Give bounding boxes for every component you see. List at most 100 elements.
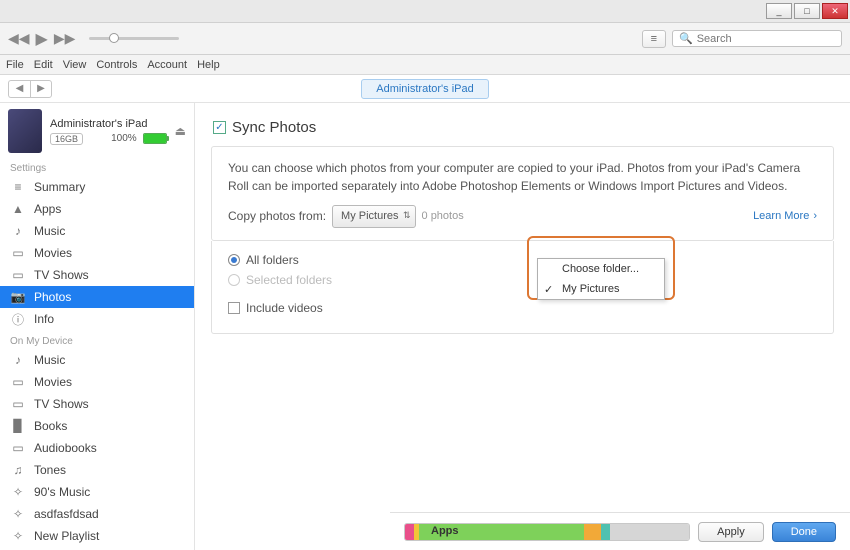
done-button[interactable]: Done [772,522,836,542]
sidebar-item-icon: ▭ [10,375,26,389]
photo-source-value: My Pictures [341,210,398,222]
sidebar-item-tones[interactable]: ♫Tones [0,459,194,481]
option-selected-label: Selected folders [246,273,332,287]
photo-source-dropdown[interactable]: My Pictures ⇅ [332,205,415,228]
sync-options-panel: All folders Selected folders Include vid… [211,241,834,334]
sidebar-item-audiobooks[interactable]: ▭ Audiobooks [0,437,194,459]
sidebar-item-icon: ▉ [10,419,26,433]
sidebar-item-label: Apps [34,202,61,216]
dropdown-option-choose-folder[interactable]: Choose folder... [538,259,664,279]
sidebar-item-icon: ✧ [10,485,26,499]
radio-icon [228,274,240,286]
sidebar-item-music[interactable]: ♪Music [0,220,194,242]
search-input[interactable]: 🔍 [672,30,842,47]
device-header: Administrator's iPad 16GB 100% ⏏ [0,103,194,157]
apply-button[interactable]: Apply [698,522,764,542]
search-field[interactable] [697,33,839,45]
learn-more-link[interactable]: Learn More › [753,208,817,225]
previous-icon[interactable]: ◀◀ [8,30,30,47]
photo-count: 0 photos [422,208,464,225]
sync-photos-title: Sync Photos [232,119,316,136]
sidebar-item-tv-shows[interactable]: ▭TV Shows [0,264,194,286]
radio-icon [228,254,240,266]
close-button[interactable]: ✕ [822,3,848,19]
section-label-settings: Settings [0,157,194,176]
usage-segment [405,524,414,540]
menu-bar: File Edit View Controls Account Help [0,55,850,75]
sidebar-item-label: Summary [34,180,85,194]
menu-file[interactable]: File [6,59,24,71]
sync-photos-checkbox[interactable]: ✓ [213,121,226,134]
sidebar-item-90-s-music[interactable]: ✧ 90's Music [0,481,194,503]
sidebar-item-label: 90's Music [34,485,90,499]
sidebar-item-label: Books [34,419,67,433]
option-all-folders[interactable]: All folders [228,253,817,267]
sidebar-item-label: Tones [34,463,66,477]
sync-description-panel: You can choose which photos from your co… [211,146,834,241]
usage-segment [610,524,690,540]
sidebar-item-icon: ▲ [10,202,26,216]
sidebar-item-new-playlist[interactable]: ✧New Playlist [0,525,194,547]
sidebar-item-movies[interactable]: ▭ Movies [0,242,194,264]
sidebar-item-info[interactable]: ⓘInfo [0,308,194,330]
menu-help[interactable]: Help [197,59,220,71]
device-capacity: 16GB [50,133,83,145]
volume-slider[interactable] [89,37,179,40]
sidebar-item-label: asdfasfdsad [34,507,99,521]
list-view-button[interactable]: ≡ [642,30,666,48]
sidebar-item-label: Audiobooks [34,441,97,455]
sync-description: You can choose which photos from your co… [228,159,817,195]
sidebar-item-label: Movies [34,375,72,389]
sidebar-item-apps[interactable]: ▲ Apps [0,198,194,220]
option-selected-folders: Selected folders [228,273,817,287]
checkbox-icon [228,302,240,314]
option-videos-label: Include videos [246,301,323,315]
menu-edit[interactable]: Edit [34,59,53,71]
photo-source-dropdown-menu: Choose folder... My Pictures [537,258,665,300]
device-name: Administrator's iPad [50,118,167,130]
sidebar-item-tv-shows[interactable]: ▭TV Shows [0,393,194,415]
sidebar-item-summary[interactable]: ≡ Summary [0,176,194,198]
sidebar-item-icon: ▭ [10,441,26,455]
nav-forward-button[interactable]: ▶ [30,80,52,98]
option-all-label: All folders [246,253,299,267]
device-pill[interactable]: Administrator's iPad [361,79,488,99]
sidebar-item-movies[interactable]: ▭ Movies [0,371,194,393]
window-titlebar: _ □ ✕ [0,0,850,23]
controls-bar: ◀◀ ▶ ▶▶ ≡ 🔍 [0,23,850,55]
sidebar-item-photos[interactable]: 📷Photos [0,286,194,308]
sidebar-item-icon: ♪ [10,353,26,367]
sidebar-item-icon: ▭ [10,268,26,282]
nav-row: ◀ ▶ Administrator's iPad [0,75,850,103]
menu-controls[interactable]: Controls [96,59,137,71]
sidebar-item-icon: ▭ [10,246,26,260]
sidebar-item-icon: ≡ [10,180,26,194]
sync-photos-header: ✓ Sync Photos [213,119,834,136]
option-include-videos[interactable]: Include videos [228,301,817,315]
menu-account[interactable]: Account [147,59,187,71]
eject-icon[interactable]: ⏏ [175,124,186,138]
device-image [8,109,42,153]
sidebar-item-music[interactable]: ♪ Music [0,349,194,371]
usage-segment [584,524,601,540]
battery-icon [143,133,167,144]
copy-from-label: Copy photos from: [228,207,326,225]
sidebar-item-label: Movies [34,246,72,260]
sidebar-item-books[interactable]: ▉ Books [0,415,194,437]
dropdown-option-my-pictures[interactable]: My Pictures [538,279,664,299]
minimize-button[interactable]: _ [766,3,792,19]
sidebar-item-label: Music [34,353,65,367]
next-icon[interactable]: ▶▶ [54,30,76,47]
maximize-button[interactable]: □ [794,3,820,19]
sidebar-item-icon: ▭ [10,397,26,411]
sidebar-item-label: Info [34,312,54,326]
nav-back-button[interactable]: ◀ [8,80,30,98]
sidebar-item-label: Photos [34,290,71,304]
learn-more-label: Learn More [753,208,809,225]
play-icon[interactable]: ▶ [36,29,48,49]
sidebar-item-asdfasfdsad[interactable]: ✧asdfasfdsad [0,503,194,525]
footer-bar: Apps Apply Done [390,512,850,550]
battery-percent: 100% [111,133,137,144]
content-pane: ✓ Sync Photos You can choose which photo… [195,103,850,550]
menu-view[interactable]: View [63,59,87,71]
